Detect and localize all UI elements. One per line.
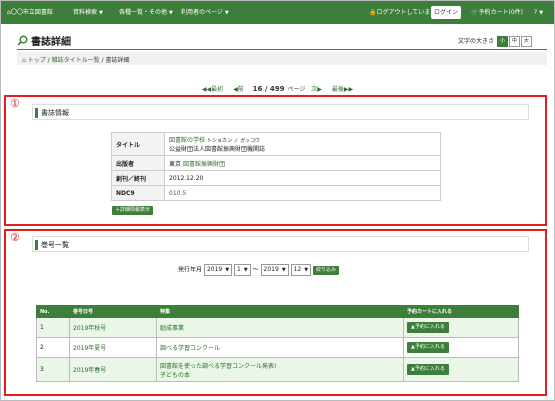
font-size-large[interactable]: 大 [520,36,532,47]
volumes-table: No. 巻号日号 特集 予約カートに入れる 1 2019年秋号 励成事業 ▲予約… [36,305,519,382]
volumes-heading: 巻号一覧 [32,236,529,252]
to-year-select[interactable]: 2019 ▼ [260,264,289,276]
table-row: 創刊／終刊 2012.12.20 [111,170,441,186]
filter-apply-button[interactable]: 絞り込み [313,265,340,275]
add-to-reservation-button[interactable]: ▲予約に入れる [407,322,449,333]
nav-lists[interactable]: 各種一覧・その他 ▼ [119,1,173,24]
issue-link[interactable]: 2019年夏号 [69,337,157,358]
breadcrumb: ⌂ トップ / 雑誌タイトル一覧 / 書誌詳細 [22,57,130,64]
nav-user-page[interactable]: 利用者のページ ▼ [181,1,229,24]
publisher-link[interactable]: 図書館振興財団 [183,161,225,168]
pager-last[interactable]: 最後▶▶ [332,86,353,93]
top-nav: ⌂〇〇市立図書館 資料検索 ▼ 各種一覧・その他 ▼ 利用者のページ ▼ 🔒ログアウト… [1,1,554,24]
from-year-select[interactable]: 2019 ▼ [203,264,233,276]
login-button[interactable]: ログイン [431,6,461,19]
from-month-select[interactable]: 1 ▼ [234,264,251,276]
help-menu[interactable]: ? ▼ [534,1,543,24]
breadcrumb-current: 書誌詳細 [105,57,130,64]
table-row: NDC9 010.5 [111,185,441,201]
breadcrumb-magazine-list[interactable]: 雑誌タイトル一覧 [52,57,100,64]
pager-next[interactable]: 次▶ [311,86,322,93]
biblio-table: タイトル 図書館の学校 トショカン ノ ガッコウ 公益財団法人図書館振興財団機関… [111,132,441,201]
table-row: タイトル 図書館の学校 トショカン ノ ガッコウ 公益財団法人図書館振興財団機関… [111,132,441,156]
to-month-select[interactable]: 12 ▼ [290,264,312,276]
font-size-switcher: 文字の大きさ 小中大 [458,36,532,47]
show-details-button[interactable]: ＋詳細情報表示 [112,206,154,215]
add-to-reservation-button[interactable]: ▲予約に入れる [407,364,449,375]
reservation-cart[interactable]: 🛒予約カート(0件) [471,1,523,24]
breadcrumb-top[interactable]: トップ [28,57,46,64]
logout-status: 🔒ログアウトしています [369,9,437,16]
font-size-small[interactable]: 小 [496,36,508,47]
pager-first[interactable]: ◀◀最初 [202,86,223,93]
table-row: 3 2019年春号 図書館を使った調べる学習コンクール発表! 子どもの本 ▲予約に… [36,357,519,382]
ndc-link[interactable]: 010.5 [164,185,441,201]
table-row: 出版者 東京 図書館振興財団 [111,155,441,171]
chevron-down-icon: ▼ [99,10,103,16]
home-link[interactable]: ⌂〇〇市立図書館 [7,1,53,24]
table-header-row: No. 巻号日号 特集 予約カートに入れる [36,305,519,318]
date-filter: 発行年月 2019 ▼ 1 ▼ 〜 2019 ▼ 12 ▼ 絞り込み [178,264,340,276]
add-to-reservation-button[interactable]: ▲予約に入れる [407,342,449,353]
chevron-down-icon: ▼ [539,10,544,16]
pager: ◀◀最初 ◀前 16 / 499 ページ 次▶ 最後▶▶ [201,85,354,93]
page-title: 書誌詳細 [17,33,71,49]
chevron-down-icon: ▼ [224,10,229,16]
marker-2: ② [10,231,20,244]
magnifier-icon [17,35,28,49]
font-size-medium[interactable]: 中 [508,36,520,47]
title-divider [17,49,547,50]
pager-current: 16 / 499 [252,85,285,93]
title-link[interactable]: 図書館の学校 [169,137,205,144]
nav-search[interactable]: 資料検索 ▼ [73,1,103,24]
biblio-heading: 書誌情報 [32,104,529,120]
chevron-down-icon: ▼ [169,10,173,16]
pager-prev[interactable]: ◀前 [233,86,244,93]
table-row: 2 2019年夏号 調べる学習コンクール ▲予約に入れる [36,337,519,358]
issue-link[interactable]: 2019年春号 [69,357,157,382]
marker-1: ① [10,97,20,110]
table-row: 1 2019年秋号 励成事業 ▲予約に入れる [36,317,519,338]
issue-link[interactable]: 2019年秋号 [69,317,157,338]
home-icon: ⌂ [22,57,26,64]
